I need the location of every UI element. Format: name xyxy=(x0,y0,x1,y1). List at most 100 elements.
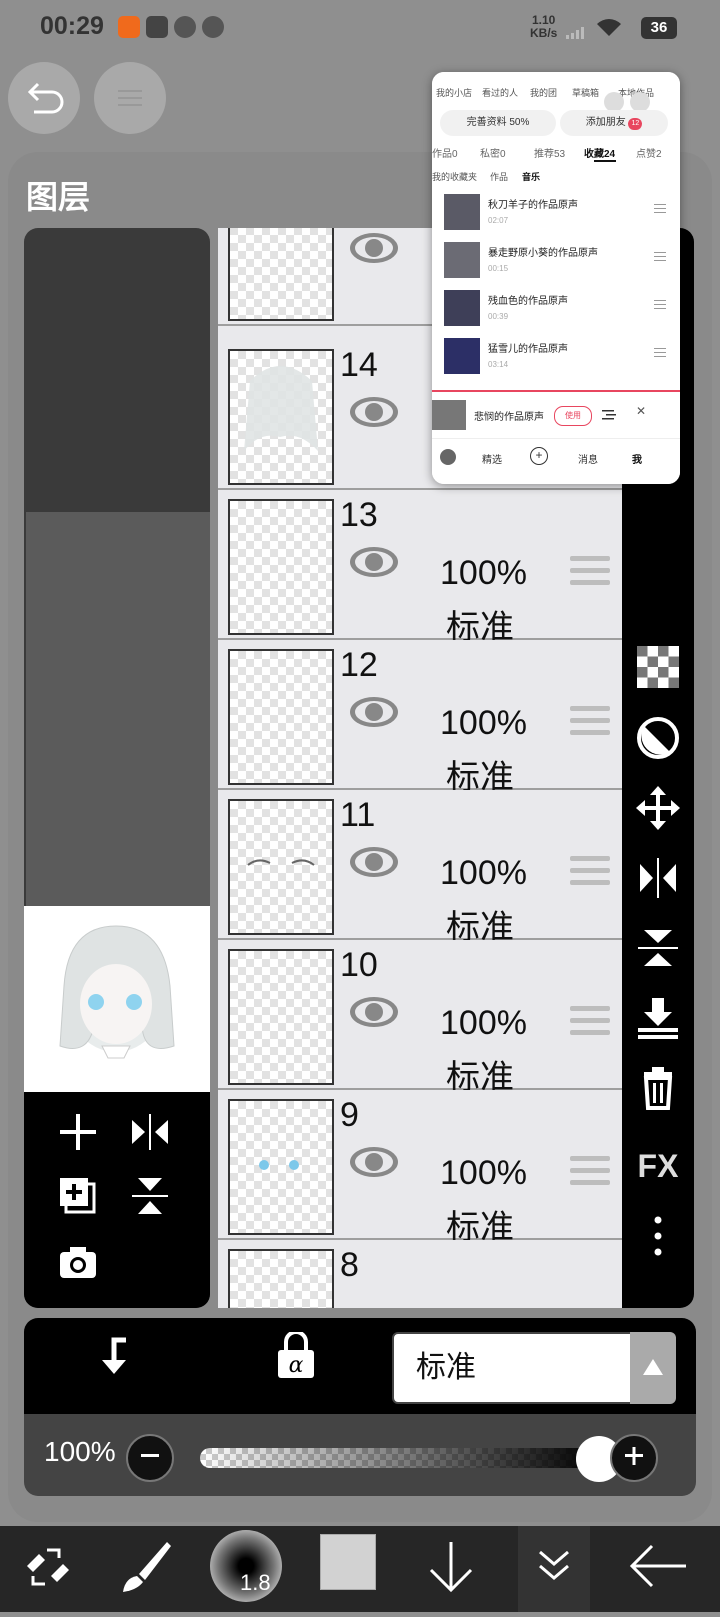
layer-row[interactable]: 11 100% 标准 xyxy=(218,790,624,947)
nav-messages[interactable]: 消息 xyxy=(578,451,598,466)
menu-button[interactable] xyxy=(94,62,166,134)
alpha-lock-button[interactable]: α xyxy=(276,1330,316,1380)
more-options-button[interactable] xyxy=(622,1206,694,1266)
eye-icon[interactable] xyxy=(348,842,400,882)
use-sound-button[interactable]: 使用 xyxy=(554,406,592,426)
brush-size-button[interactable]: 1.8 xyxy=(210,1530,282,1602)
song-cover xyxy=(444,290,480,326)
opacity-increase-button[interactable] xyxy=(610,1434,658,1482)
back-arrow-button[interactable] xyxy=(622,1536,692,1602)
layer-row[interactable]: 9 100% 标准 xyxy=(218,1090,624,1247)
blend-mode-dropdown-button[interactable] xyxy=(630,1332,676,1404)
brush-tool-button[interactable] xyxy=(110,1536,180,1602)
close-icon[interactable]: ✕ xyxy=(636,404,646,418)
layer-opacity: 100% xyxy=(440,1004,527,1042)
menu-icon[interactable] xyxy=(630,92,650,112)
layer-row[interactable]: 10 100% 标准 xyxy=(218,940,624,1097)
layer-row[interactable]: 12 100% 标准 xyxy=(218,640,624,797)
complete-profile-button[interactable]: 完善资料 50% xyxy=(440,110,556,136)
clipping-button[interactable] xyxy=(622,716,694,776)
canvas-thumbnail[interactable] xyxy=(24,906,210,1092)
scroll-down-button[interactable] xyxy=(416,1536,486,1602)
opacity-decrease-button[interactable] xyxy=(126,1434,174,1482)
move-layer-button[interactable] xyxy=(622,786,694,846)
drag-handle-icon[interactable] xyxy=(654,348,666,360)
song-duration: 00:15 xyxy=(488,264,509,273)
playlist-icon[interactable] xyxy=(602,408,616,420)
eye-icon[interactable] xyxy=(348,228,400,268)
avatar[interactable] xyxy=(440,449,456,465)
list-item[interactable]: 秋刀羊子的作品原声 02:07 xyxy=(432,188,680,236)
import-photo-button[interactable] xyxy=(48,1240,108,1296)
flip-vertical-icon xyxy=(638,930,678,966)
clip-to-below-button[interactable] xyxy=(94,1336,134,1376)
transparency-button[interactable] xyxy=(622,646,694,706)
song-duration: 03:14 xyxy=(488,360,509,369)
collapse-panel-button[interactable] xyxy=(518,1526,590,1612)
layer-row[interactable]: 13 100% 标准 xyxy=(218,490,624,647)
tab-likes[interactable]: 点赞2 xyxy=(636,145,662,160)
layer-number: 13 xyxy=(340,496,378,534)
clip-arrow-icon xyxy=(102,1337,126,1374)
group-shortcut[interactable]: 我的团 xyxy=(530,86,557,99)
now-playing-bar[interactable]: 悲悯的作品原声 使用 ✕ xyxy=(432,392,680,436)
shop-shortcut[interactable]: 我的小店 xyxy=(436,86,472,99)
blend-mode-select[interactable]: 标准 xyxy=(392,1332,632,1404)
flip-horizontal-button[interactable] xyxy=(622,856,694,916)
tab-recommend[interactable]: 推荐53 xyxy=(534,145,565,160)
subtab-my-folders[interactable]: 我的收藏夹 xyxy=(432,170,477,183)
back-button[interactable] xyxy=(8,62,80,134)
flip-vertical-button[interactable] xyxy=(622,926,694,986)
drag-handle-icon[interactable] xyxy=(570,556,610,590)
eye-icon[interactable] xyxy=(348,1142,400,1182)
opacity-slider[interactable] xyxy=(200,1448,598,1468)
copy-layer-icon xyxy=(60,1178,96,1214)
drag-handle-icon[interactable] xyxy=(654,252,666,264)
floating-music-window[interactable]: 我的小店 看过的人 我的团 草稿箱 本地作品 完善资料 50% 添加朋友 12 … xyxy=(432,72,680,484)
list-item[interactable]: 暴走野原小葵的作品原声 00:15 xyxy=(432,236,680,284)
svg-text:α: α xyxy=(289,1353,304,1378)
drag-handle-icon[interactable] xyxy=(570,856,610,890)
viewers-shortcut[interactable]: 看过的人 xyxy=(482,86,518,99)
merge-down-icon xyxy=(638,998,678,1039)
subtab-music[interactable]: 音乐 xyxy=(522,170,540,183)
nav-me[interactable]: 我 xyxy=(632,451,642,466)
eye-icon[interactable] xyxy=(348,992,400,1032)
delete-layer-button[interactable] xyxy=(622,1066,694,1126)
flip-vertical-layer-button[interactable] xyxy=(120,1174,180,1230)
subtab-works[interactable]: 作品 xyxy=(490,170,508,183)
create-plus-icon[interactable]: + xyxy=(530,447,548,465)
drag-handle-icon[interactable] xyxy=(570,1006,610,1040)
list-item[interactable]: 残血色的作品原声 00:39 xyxy=(432,284,680,332)
tab-private[interactable]: 私密0 xyxy=(480,145,506,160)
merge-down-button[interactable] xyxy=(622,996,694,1056)
wifi-icon xyxy=(596,18,622,38)
eye-icon[interactable] xyxy=(348,542,400,582)
color-swatch[interactable] xyxy=(320,1534,376,1590)
add-friend-button[interactable]: 添加朋友 12 xyxy=(560,110,668,136)
song-title: 猛雪儿的作品原声 xyxy=(488,344,568,355)
layer-row[interactable]: 8 xyxy=(218,1240,624,1308)
eye-icon[interactable] xyxy=(348,392,400,432)
duplicate-layer-button[interactable] xyxy=(48,1174,108,1230)
drag-handle-icon[interactable] xyxy=(654,204,666,216)
tab-works[interactable]: 作品0 xyxy=(432,145,458,160)
drafts-shortcut[interactable]: 草稿箱 xyxy=(572,86,599,99)
drag-handle-icon[interactable] xyxy=(654,300,666,312)
add-layer-button[interactable] xyxy=(48,1110,108,1166)
flip-horizontal-layer-button[interactable] xyxy=(120,1110,180,1166)
fx-button[interactable]: FX xyxy=(622,1136,694,1196)
drag-handle-icon[interactable] xyxy=(570,1156,610,1190)
song-title: 残血色的作品原声 xyxy=(488,296,568,307)
tab-favorites[interactable]: 收藏24 xyxy=(584,145,615,160)
checker-icon xyxy=(637,646,679,688)
layer-opacity: 100% xyxy=(440,554,527,592)
drag-handle-icon[interactable] xyxy=(570,706,610,740)
search-icon[interactable] xyxy=(604,92,624,112)
plus-icon xyxy=(60,1114,96,1150)
list-item[interactable]: 猛雪儿的作品原声 03:14 xyxy=(432,332,680,380)
nav-featured[interactable]: 精选 xyxy=(482,451,502,466)
tool-switch-button[interactable] xyxy=(12,1536,82,1602)
flip-vertical-icon xyxy=(132,1178,168,1214)
eye-icon[interactable] xyxy=(348,692,400,732)
